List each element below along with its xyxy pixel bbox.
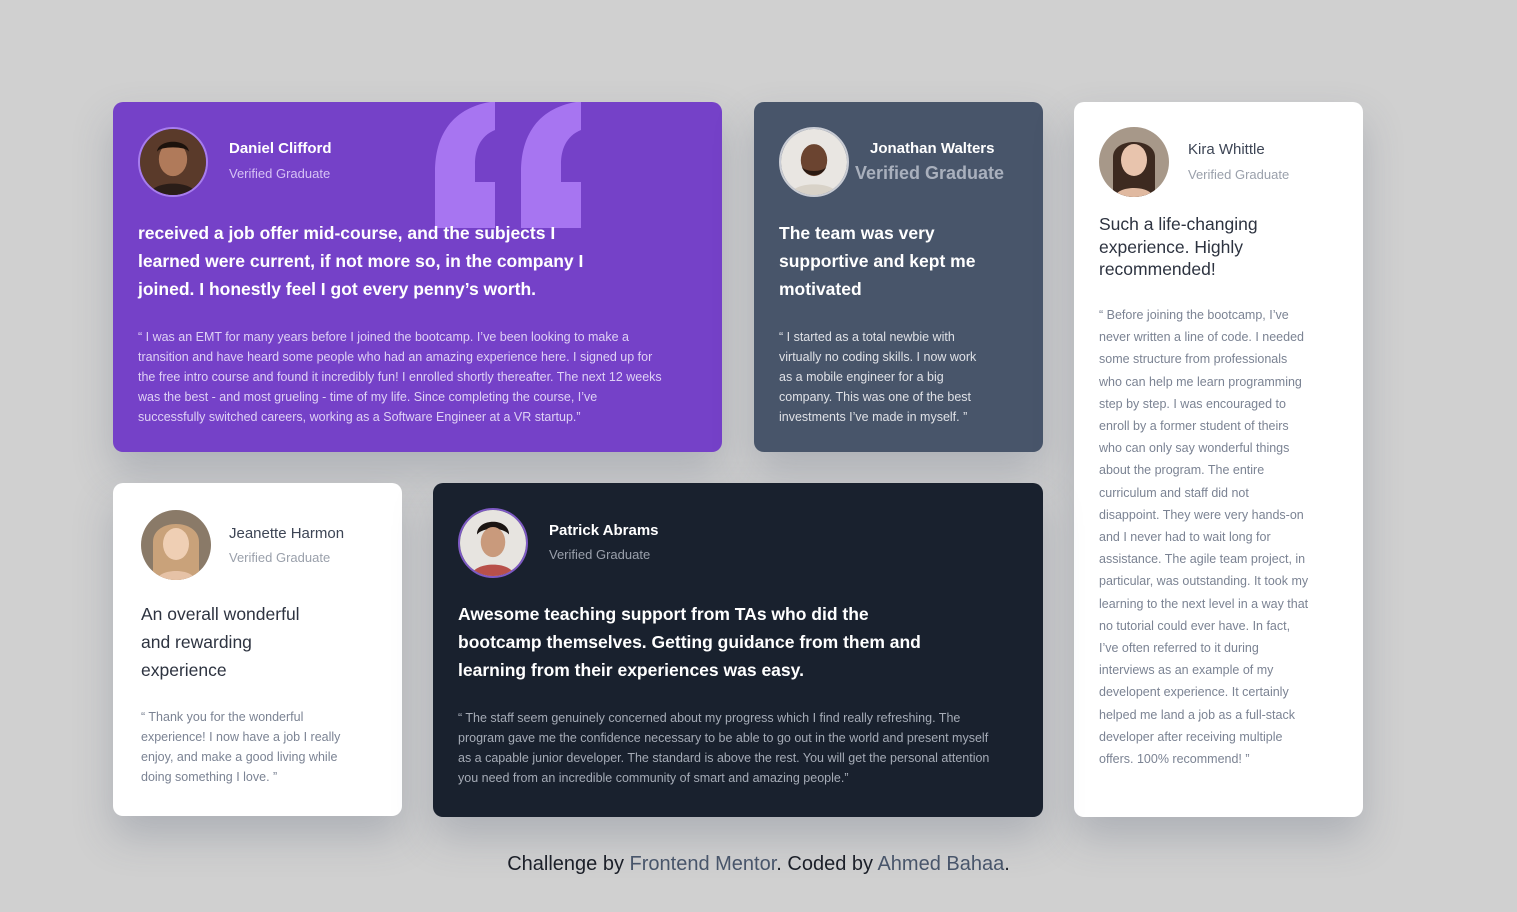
author-name: Patrick Abrams [549, 522, 659, 539]
attribution-suffix: . [1004, 853, 1010, 875]
attribution-prefix: Challenge by [507, 853, 630, 875]
avatar [1099, 127, 1169, 197]
testimonial-card-kira: Kira Whittle Verified Graduate Such a li… [1074, 102, 1363, 817]
testimonial-headline: Awesome teaching support from TAs who di… [458, 604, 921, 680]
author-link[interactable]: Ahmed Bahaa [877, 853, 1004, 875]
avatar [141, 510, 211, 580]
author-name: Jonathan Walters [870, 140, 995, 157]
testimonial-card-jonathan: Jonathan Walters Verified Graduate The t… [754, 102, 1043, 452]
testimonial-quote: “ I started as a total newbie with virtu… [779, 330, 977, 424]
testimonial-quote: “ Thank you for the wonderful experience… [141, 710, 341, 784]
testimonial-headline: An overall wonderful and rewarding exper… [141, 604, 300, 680]
frontend-mentor-link[interactable]: Frontend Mentor [630, 853, 777, 875]
testimonial-quote: “ The staff seem genuinely concerned abo… [458, 711, 990, 785]
author-role: Verified Graduate [1188, 167, 1290, 182]
avatar [458, 508, 528, 578]
attribution-middle: . Coded by [776, 853, 878, 875]
avatar [138, 127, 208, 197]
author-name: Kira Whittle [1188, 141, 1265, 158]
author-role: Verified Graduate [855, 163, 1005, 183]
testimonial-quote: “ I was an EMT for many years before I j… [138, 330, 662, 424]
avatar [779, 127, 849, 197]
testimonial-card-patrick: Patrick Abrams Verified Graduate Awesome… [433, 483, 1043, 817]
testimonial-card-jeanette: Jeanette Harmon Verified Graduate An ove… [113, 483, 402, 816]
author-name: Jeanette Harmon [229, 525, 345, 542]
author-role: Verified Graduate [229, 550, 331, 565]
author-role: Verified Graduate [549, 547, 651, 562]
testimonial-quote: “ Before joining the bootcamp, I’ve neve… [1099, 308, 1309, 767]
quote-icon [435, 102, 581, 228]
attribution: Challenge by Frontend Mentor. Coded by A… [0, 853, 1517, 876]
author-role: Verified Graduate [229, 166, 331, 181]
author-name: Daniel Clifford [229, 140, 332, 157]
testimonial-headline: The team was very supportive and kept me… [779, 223, 976, 299]
testimonial-card-daniel: Daniel Clifford Verified Graduate receiv… [113, 102, 722, 452]
testimonial-headline: received a job offer mid-course, and the… [138, 223, 584, 299]
testimonial-headline: Such a life-changing experience. Highly … [1099, 214, 1258, 279]
